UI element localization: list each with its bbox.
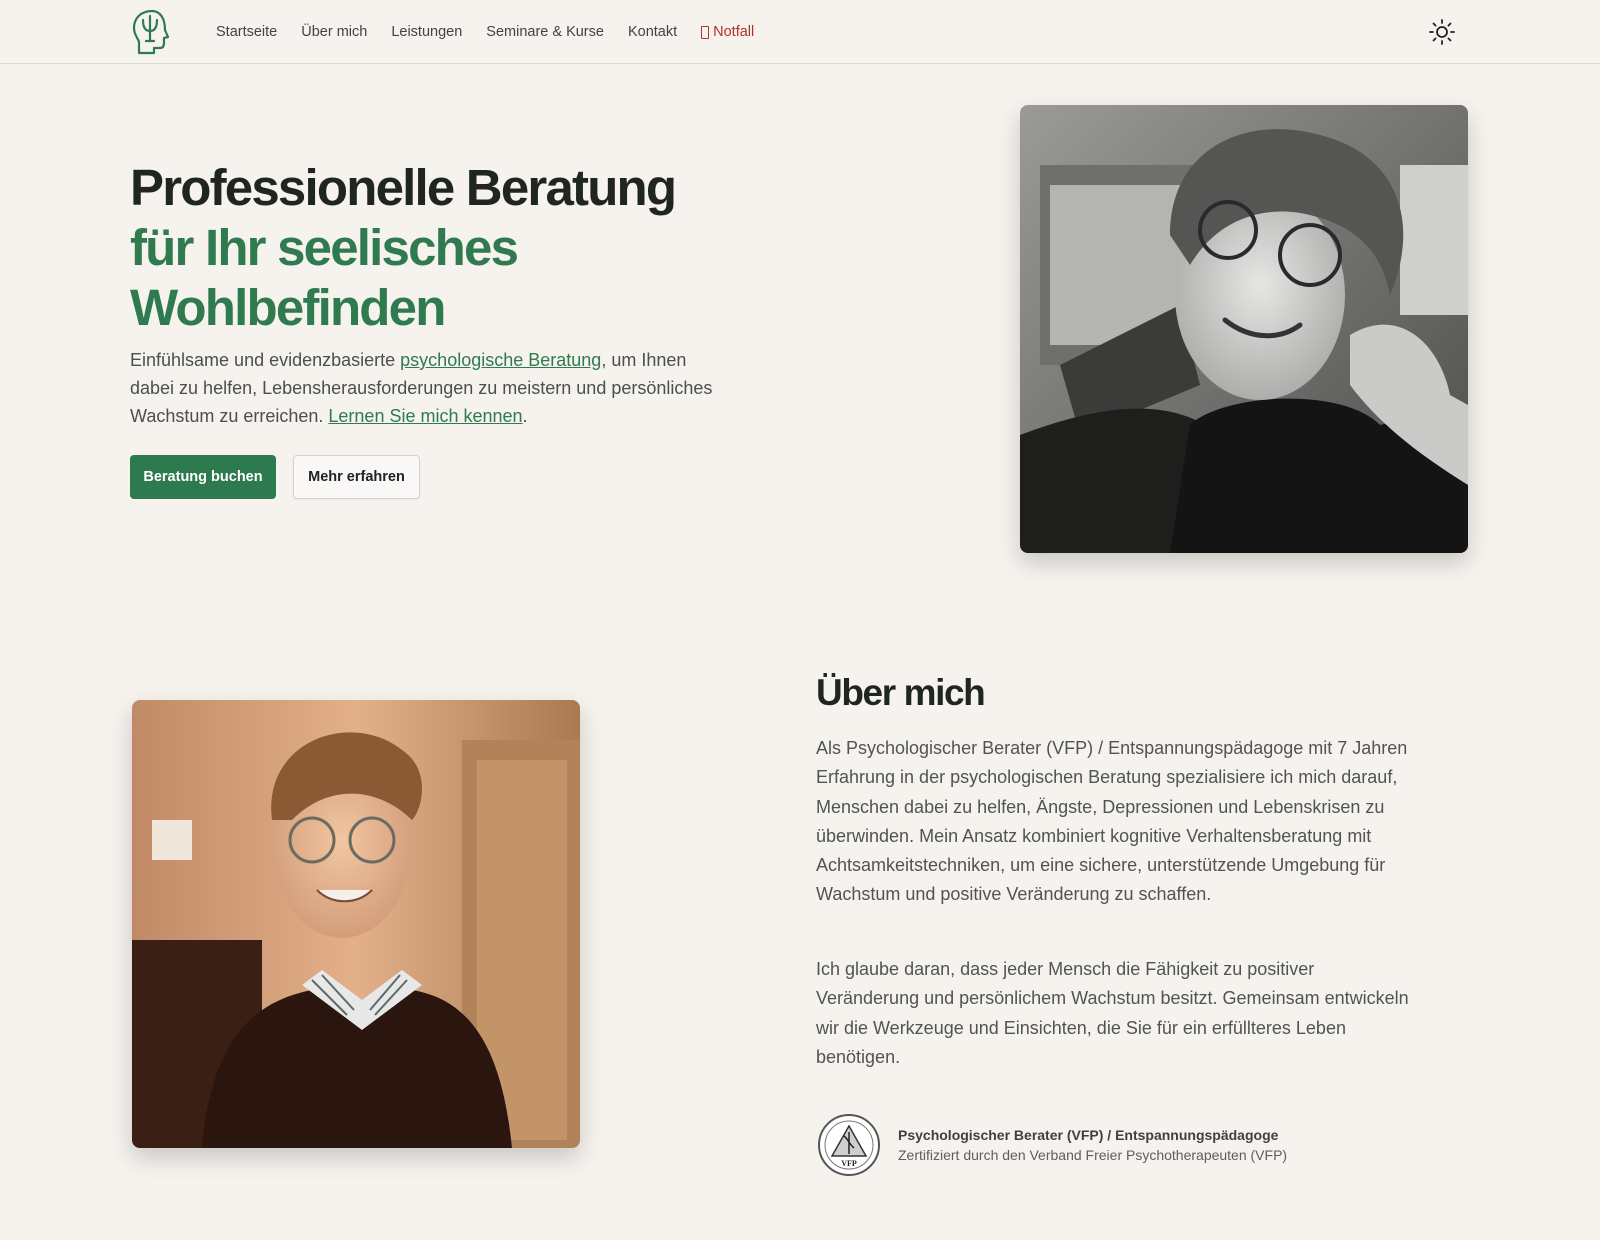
nav-link-seminare[interactable]: Seminare & Kurse — [486, 24, 604, 40]
notfall-label: Notfall — [713, 24, 755, 40]
about-paragraph-2: Ich glaube daran, dass jeder Mensch die … — [816, 959, 1409, 1067]
nav-link-ueber-mich[interactable]: Über mich — [301, 24, 367, 40]
sun-icon[interactable] — [1428, 18, 1456, 46]
top-navigation: Startseite Über mich Leistungen Seminare… — [0, 0, 1600, 64]
nav-link-startseite[interactable]: Startseite — [216, 24, 277, 40]
cert-badge-text: VFP — [841, 1159, 857, 1168]
nav-link-notfall[interactable]: Notfall — [701, 24, 754, 40]
mehr-erfahren-button[interactable]: Mehr erfahren — [293, 455, 420, 499]
psychologische-beratung-link[interactable]: psychologische Beratung — [400, 350, 601, 370]
hero-title: Professionelle Beratung für Ihr seelisch… — [130, 158, 750, 338]
nav-link-leistungen[interactable]: Leistungen — [391, 24, 462, 40]
hero-text-part: . — [522, 406, 528, 426]
certification: VFP Psychologischer Berater (VFP) / Ents… — [816, 1112, 1287, 1178]
nav-links: Startseite Über mich Leistungen Seminare… — [216, 0, 754, 64]
hero-title-line1: Professionelle Beratung — [130, 159, 677, 216]
hero-portrait-photo — [1020, 105, 1468, 553]
cert-subtitle: Zertifiziert durch den Verband Freier Ps… — [898, 1147, 1288, 1163]
beratung-buchen-button[interactable]: Beratung buchen — [130, 455, 276, 499]
psi-head-icon[interactable] — [130, 8, 174, 56]
hero-title-line3: Wohlbefinden — [130, 279, 446, 336]
hero-title-line2: für Ihr seelisches — [130, 219, 519, 276]
about-portrait-photo — [132, 700, 580, 1148]
hero-text-part: Einfühlsame und evidenzbasierte — [130, 350, 401, 370]
lernen-sie-mich-kennen-link[interactable]: Lernen Sie mich kennen — [328, 406, 522, 426]
about-title: Über mich — [816, 672, 986, 713]
hero-description: Einfühlsame und evidenzbasierte psycholo… — [130, 346, 730, 430]
vfp-badge-icon: VFP — [816, 1112, 882, 1178]
phone-icon — [701, 25, 710, 39]
nav-link-kontakt[interactable]: Kontakt — [628, 24, 677, 40]
cert-text: Psychologischer Berater (VFP) / Entspann… — [898, 1125, 1287, 1165]
cert-title: Psychologischer Berater (VFP) / Entspann… — [898, 1127, 1279, 1143]
about-paragraph-1: Als Psychologischer Berater (VFP) / Ents… — [816, 738, 1408, 905]
